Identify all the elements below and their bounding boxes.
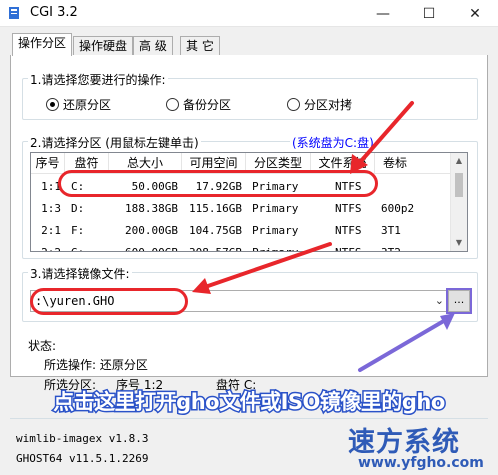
cell-volume-label: 600p2: [381, 202, 415, 215]
cell-volume-label: [375, 176, 415, 198]
col-header-volume-label[interactable]: 卷标: [375, 153, 415, 174]
radio-backup-partition[interactable]: 备份分区: [166, 96, 231, 113]
system-disk-note: (系统盘为C:盘): [290, 134, 376, 151]
close-button[interactable]: ✕: [452, 0, 498, 27]
image-file-group-label: 3.请选择镜像文件:: [28, 265, 132, 282]
status-label: 状态:: [28, 339, 57, 353]
cell-file-system: NTFS: [335, 224, 362, 237]
watermark-brand: 速方系统: [348, 427, 460, 458]
maximize-button[interactable]: ☐: [406, 0, 452, 27]
wimlib-version: wimlib-imagex v1.8.3: [16, 432, 149, 445]
cell-drive: G:: [65, 242, 109, 251]
radio-restore-partition[interactable]: 还原分区: [46, 96, 111, 113]
cell-volume-label: 3T1: [381, 224, 401, 237]
table-row[interactable]: 2:2 G: 600.00GB 308.57GB Primary NTFS 3T…: [31, 242, 452, 251]
partition-group-label: 2.请选择分区 (用鼠标左键单击): [28, 134, 201, 151]
radio-copy-label: 分区对拷: [304, 98, 353, 112]
radio-unchecked-indicator: [166, 98, 179, 111]
cell-partition-type: Primary: [252, 224, 299, 237]
title-bar: CGI 3.2 — ☐ ✕: [0, 0, 498, 27]
cell-index: 2:2: [31, 242, 65, 251]
scroll-thumb[interactable]: [455, 173, 463, 197]
chevron-down-icon[interactable]: ⌄: [435, 291, 444, 311]
status-selected-operation: 所选操作: 还原分区: [44, 358, 148, 372]
operation-group-label: 1.请选择您要进行的操作:: [28, 71, 168, 88]
cell-drive: F:: [71, 224, 85, 237]
cell-free-space: 308.57GB: [182, 242, 246, 251]
highlight-oval-partition-row: [58, 170, 378, 197]
cell-file-system: NTFS: [329, 242, 375, 251]
scroll-down-icon[interactable]: ▼: [451, 235, 467, 251]
cell-total-size: 188.38GB: [125, 202, 178, 215]
scroll-up-icon[interactable]: ▲: [451, 153, 467, 169]
cell-free-space: 104.75GB: [189, 224, 242, 237]
cell-total-size: 600.00GB: [109, 242, 182, 251]
tab-operate-partition[interactable]: 操作分区: [12, 33, 73, 56]
cell-index: 1:3: [41, 202, 61, 215]
cell-index: 2:1: [41, 224, 61, 237]
radio-checked-indicator: [46, 98, 59, 111]
cell-file-system: NTFS: [335, 202, 362, 215]
cell-volume-label: 3T2: [375, 242, 415, 251]
table-vertical-scrollbar[interactable]: ▲ ▼: [450, 153, 467, 251]
cell-free-space: 115.16GB: [189, 202, 242, 215]
radio-unchecked-indicator: [287, 98, 300, 111]
app-icon: [9, 7, 19, 19]
site-watermark: 速方系统 www.yfgho.com: [336, 420, 496, 474]
window-title: CGI 3.2: [30, 5, 78, 20]
tab-advanced[interactable]: 高 级: [133, 36, 173, 55]
highlight-box-browse: [446, 288, 472, 314]
ghost-version: GHOST64 v11.5.1.2269: [16, 452, 149, 465]
cell-total-size: 200.00GB: [125, 224, 178, 237]
partition-table[interactable]: 序号 盘符 总大小 可用空间 分区类型 文件系统 卷标 1:1 C: 50.00…: [30, 152, 468, 252]
cell-partition-type: Primary: [252, 202, 299, 215]
tab-other[interactable]: 其 它: [180, 36, 220, 55]
col-header-index[interactable]: 序号: [31, 153, 65, 174]
tab-operate-disk[interactable]: 操作硬盘: [73, 36, 134, 55]
radio-partition-copy[interactable]: 分区对拷: [287, 96, 352, 113]
cell-drive: D:: [71, 202, 85, 215]
highlight-oval-image-path: [30, 288, 188, 315]
annotation-caption: 点击这里打开gho文件或ISO镜像里的gho: [0, 386, 498, 420]
table-row[interactable]: 1:3 D: 188.38GB 115.16GB Primary NTFS 60…: [31, 198, 452, 220]
watermark-url: www.yfgho.com: [358, 455, 484, 471]
radio-restore-label: 还原分区: [63, 98, 112, 112]
cell-partition-type: Primary: [246, 242, 311, 251]
table-row[interactable]: 2:1 F: 200.00GB 104.75GB Primary NTFS 3T…: [31, 220, 452, 242]
radio-backup-label: 备份分区: [183, 98, 232, 112]
annotation-caption-text: 点击这里打开gho文件或ISO镜像里的gho: [52, 389, 447, 416]
minimize-button[interactable]: —: [360, 0, 406, 27]
